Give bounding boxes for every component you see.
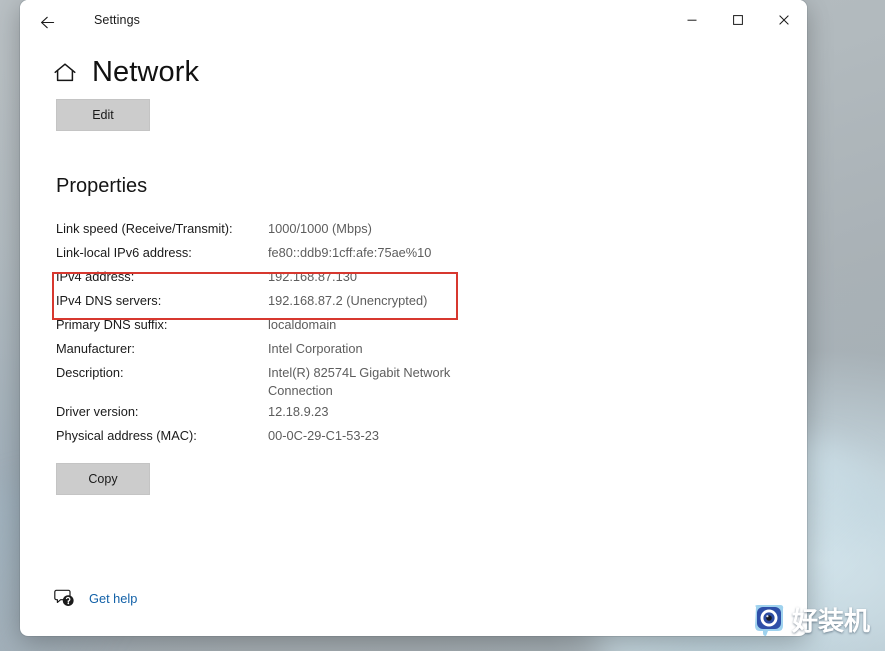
property-value: 12.18.9.23 [268,403,329,419]
property-value: localdomain [268,316,337,332]
maximize-icon [733,15,743,25]
property-value: 192.168.87.130 [268,268,357,284]
back-arrow-icon [40,16,54,28]
property-value: 1000/1000 (Mbps) [268,220,372,236]
back-button[interactable] [28,5,66,39]
table-row: Manufacturer: Intel Corporation [56,338,496,362]
help-chat-icon [54,589,74,606]
property-label: Physical address (MAC): [56,427,197,443]
window-controls [669,0,807,40]
edit-button[interactable]: Edit [56,99,150,131]
close-button[interactable] [761,0,807,40]
table-row: Physical address (MAC): 00-0C-29-C1-53-2… [56,425,496,449]
screen: Settings Network Edit Properties Link sp… [0,0,885,651]
property-value: Intel Corporation [268,340,363,356]
maximize-button[interactable] [715,0,761,40]
table-row: Driver version: 12.18.9.23 [56,401,496,425]
table-row: Description: Intel(R) 82574L Gigabit Net… [56,362,496,401]
home-icon[interactable] [52,60,78,86]
close-icon [779,15,789,25]
property-label: Link speed (Receive/Transmit): [56,220,233,236]
property-label: IPv4 DNS servers: [56,292,162,308]
property-value: fe80::ddb9:1cff:afe:75ae%10 [268,244,432,260]
watermark-text: 好装机 [792,606,871,637]
property-label: Primary DNS suffix: [56,316,168,332]
property-label: Description: [56,364,124,380]
properties-list: Link speed (Receive/Transmit): 1000/1000… [52,218,496,449]
settings-page-content: Network Edit Properties Link speed (Rece… [20,44,807,636]
property-value: Intel(R) 82574L Gigabit Network Connecti… [268,364,451,398]
property-label: Link-local IPv6 address: [56,244,192,260]
get-help-link[interactable]: Get help [54,589,137,608]
window-titlebar[interactable]: Settings [20,0,807,44]
page-title: Network [92,56,200,88]
property-label: Manufacturer: [56,340,135,356]
copy-button[interactable]: Copy [56,463,150,495]
settings-window: Settings Network Edit Properties Link sp… [20,0,807,636]
page-header: Network [20,44,807,87]
minimize-icon [687,19,697,21]
minimize-button[interactable] [669,0,715,40]
table-row: Primary DNS suffix: localdomain [56,314,496,338]
get-help-label: Get help [89,591,138,606]
table-row: IPv4 DNS servers: 192.168.87.2 (Unencryp… [56,290,496,314]
properties-section-title: Properties [56,175,148,197]
property-label: Driver version: [56,403,139,419]
property-label: IPv4 address: [56,268,135,284]
property-value: 00-0C-29-C1-53-23 [268,427,379,443]
watermark: 好装机 [750,600,870,638]
window-title-text: Settings [94,13,140,27]
table-row: IPv4 address: 192.168.87.130 [56,266,496,290]
eye-monitor-logo-icon [750,600,788,638]
property-value: 192.168.87.2 (Unencrypted) [268,292,428,308]
table-row: Link speed (Receive/Transmit): 1000/1000… [56,218,496,242]
table-row: Link-local IPv6 address: fe80::ddb9:1cff… [56,242,496,266]
